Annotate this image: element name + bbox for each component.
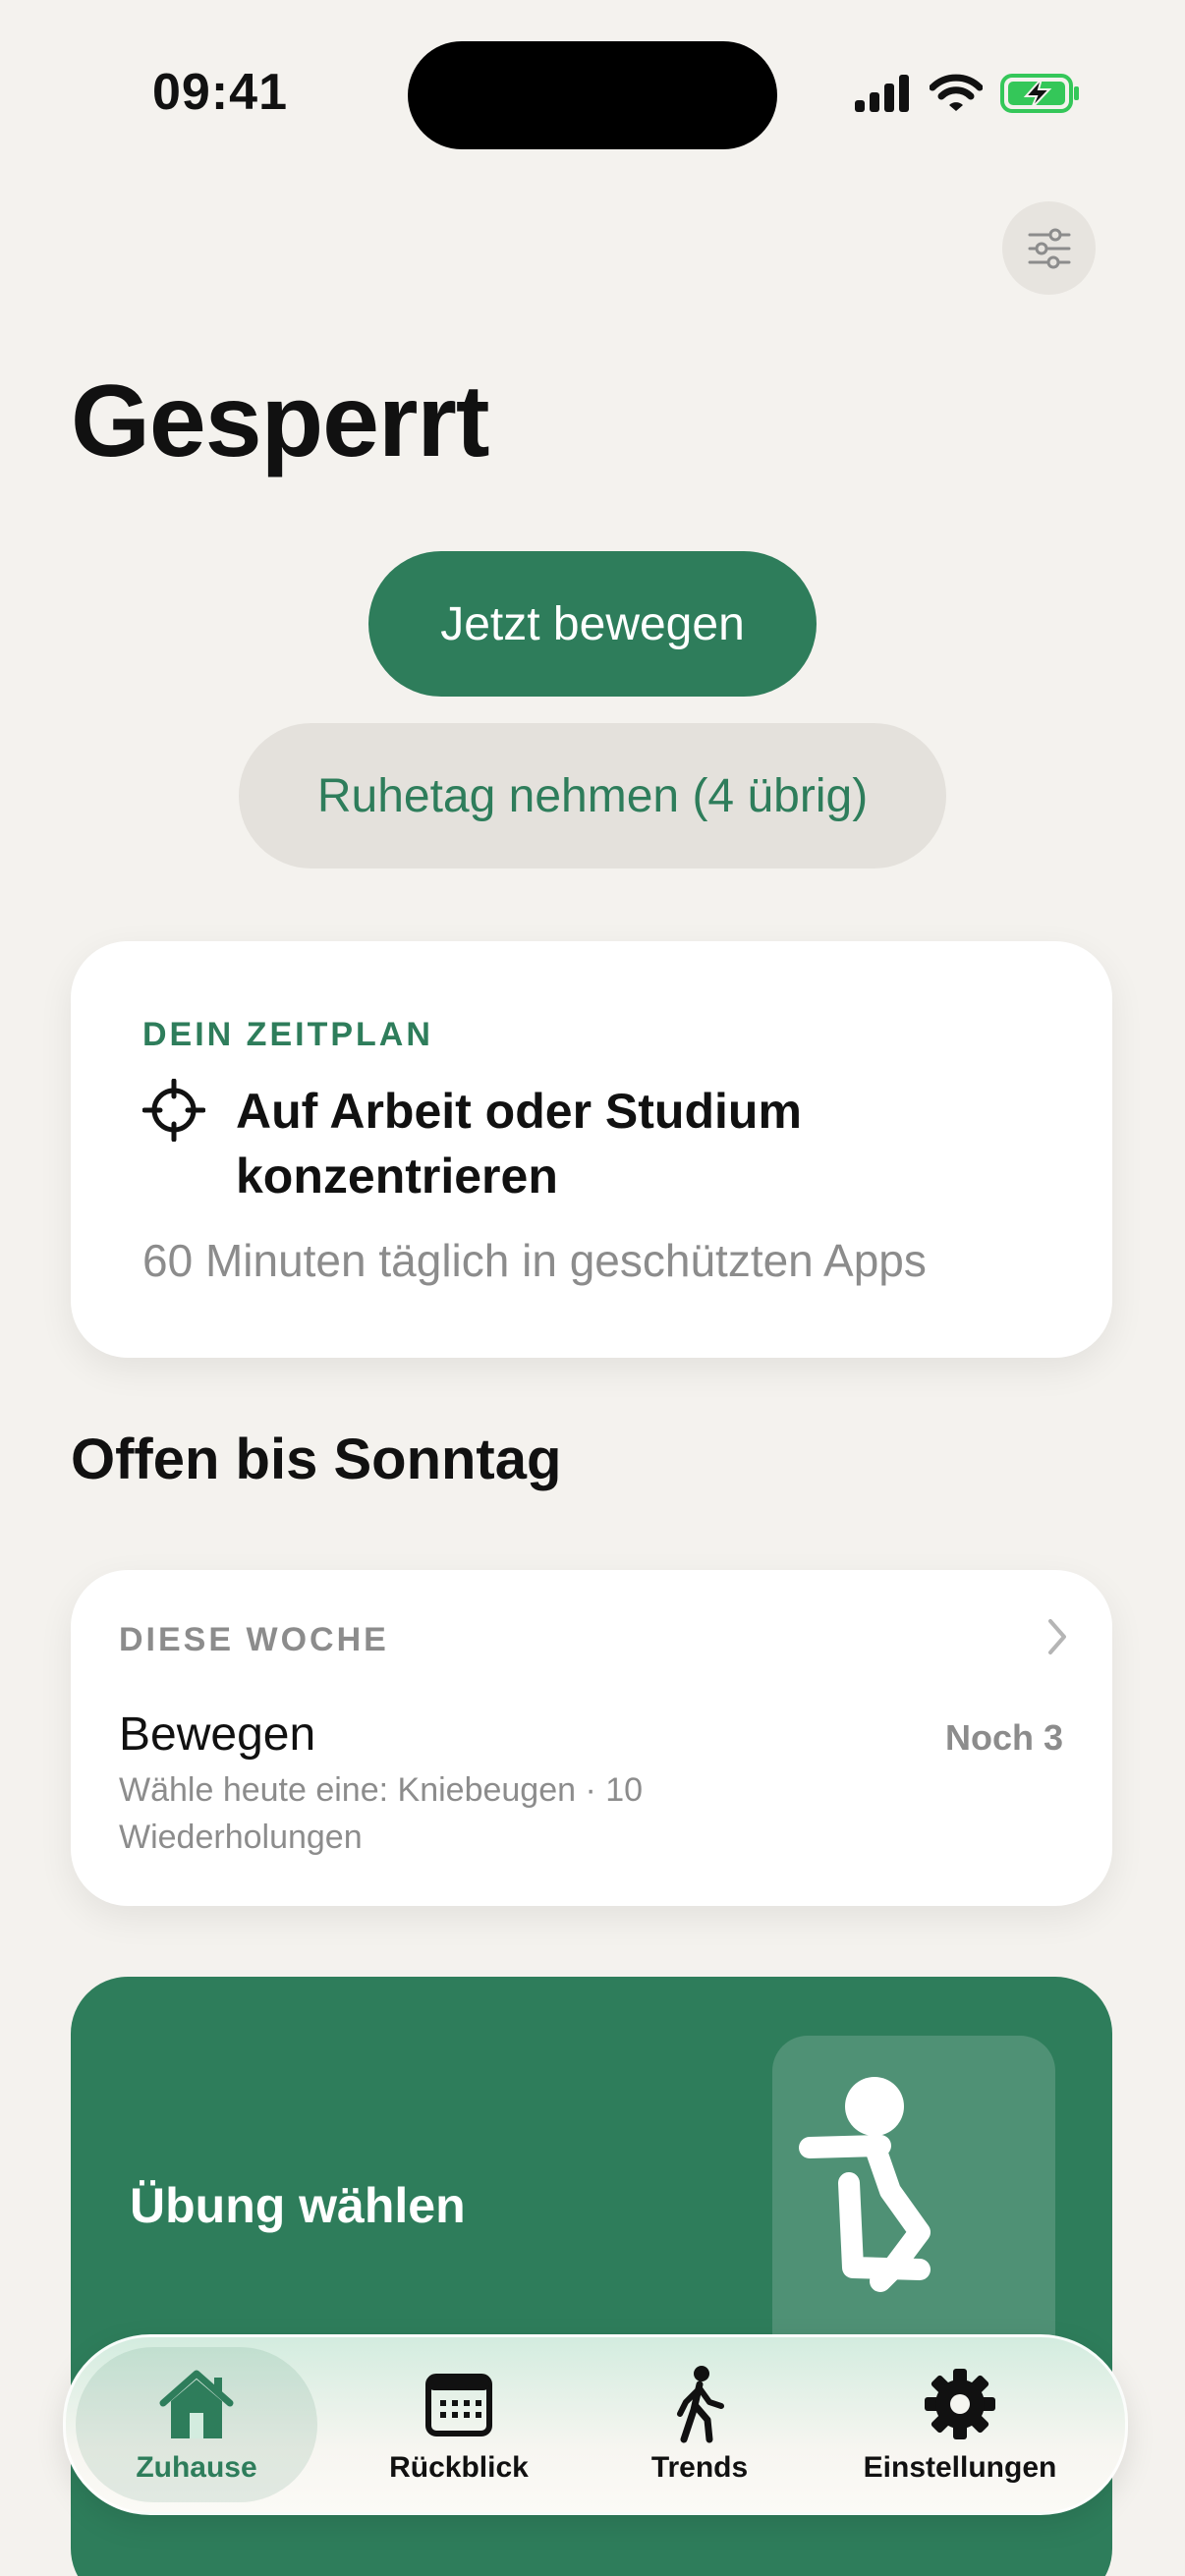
week-kicker: DIESE WOCHE bbox=[119, 1621, 389, 1658]
status-icons bbox=[853, 73, 1081, 114]
tab-home[interactable]: Zuhause bbox=[76, 2347, 317, 2502]
week-subtitle: Wähle heute eine: Kniebeugen · 10 Wieder… bbox=[119, 1771, 644, 1856]
calendar-icon bbox=[420, 2365, 498, 2443]
chevron-right-icon bbox=[1048, 1619, 1066, 1654]
week-title: Bewegen bbox=[119, 1708, 316, 1761]
choose-exercise-title: Übung wählen bbox=[130, 2178, 466, 2233]
section-title: Offen bis Sonntag bbox=[71, 1428, 562, 1491]
wifi-icon bbox=[930, 74, 983, 111]
tab-review[interactable]: Rückblick bbox=[378, 2347, 539, 2502]
tab-label: Zuhause bbox=[136, 2451, 257, 2484]
week-remaining-count: Noch 3 bbox=[944, 1717, 1063, 1758]
cellular-signal-icon bbox=[855, 75, 909, 112]
tab-settings[interactable]: Einstellungen bbox=[842, 2347, 1078, 2502]
tab-label: Rückblick bbox=[389, 2451, 529, 2484]
tab-label: Trends bbox=[650, 2451, 749, 2484]
sliders-icon bbox=[1028, 228, 1070, 268]
schedule-card[interactable]: DEIN ZEITPLAN Auf Arbeit oder Studium ko… bbox=[71, 941, 1112, 1358]
walking-person-icon bbox=[660, 2365, 739, 2443]
rest-day-button[interactable]: Ruhetag nehmen (4 übrig) bbox=[239, 723, 946, 868]
dynamic-island bbox=[408, 41, 777, 149]
battery-charging-icon bbox=[1000, 74, 1079, 113]
schedule-subtitle: 60 Minuten täglich in geschützten Apps bbox=[142, 1235, 927, 1286]
tab-label: Einstellungen bbox=[863, 2451, 1057, 2484]
screen: 09:41 Gesperrt Jetzt bewegen Ruhetag neh… bbox=[0, 0, 1185, 2576]
week-card[interactable]: DIESE WOCHE Bewegen Noch 3 Wähle heute e… bbox=[71, 1570, 1112, 1906]
status-time: 09:41 bbox=[152, 64, 288, 121]
target-crosshair-icon bbox=[142, 1079, 205, 1142]
page-title: Gesperrt bbox=[71, 364, 490, 478]
tab-bar: Zuhause Rückblick Trends Einstellungen bbox=[63, 2334, 1128, 2515]
house-icon bbox=[157, 2365, 236, 2443]
tab-trends[interactable]: Trends bbox=[626, 2347, 773, 2502]
schedule-title: Auf Arbeit oder Studium konzentrieren bbox=[236, 1084, 802, 1204]
move-now-button[interactable]: Jetzt bewegen bbox=[368, 551, 817, 697]
filter-button[interactable] bbox=[1002, 201, 1096, 295]
schedule-kicker: DEIN ZEITPLAN bbox=[142, 1016, 433, 1053]
gear-icon bbox=[921, 2365, 999, 2443]
